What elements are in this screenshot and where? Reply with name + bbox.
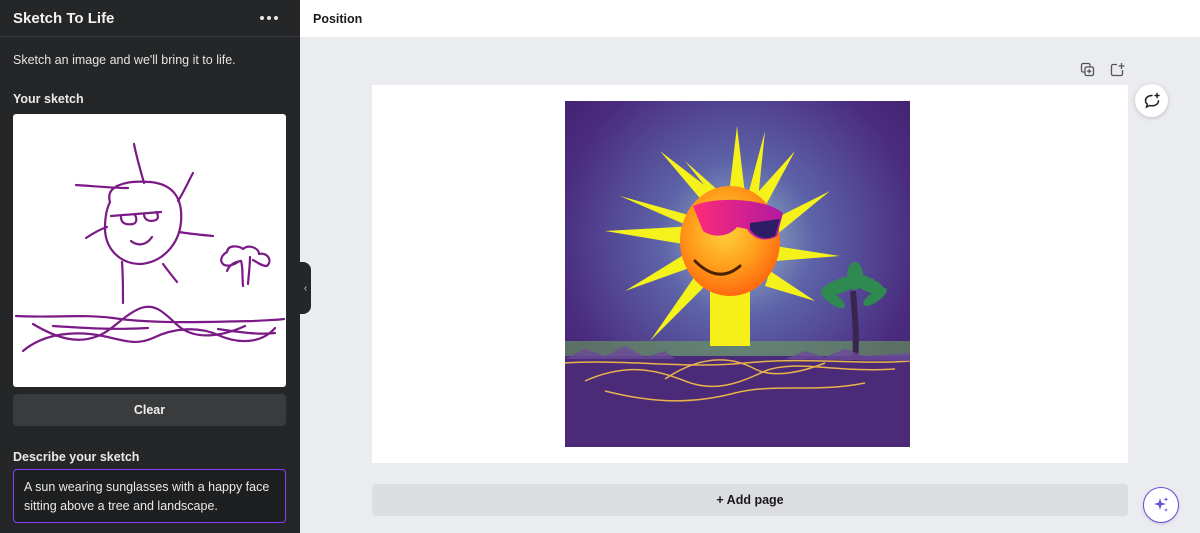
describe-sketch-input[interactable]: A sun wearing sunglasses with a happy fa… <box>13 469 286 523</box>
design-page[interactable] <box>372 85 1128 463</box>
panel-description: Sketch an image and we'll bring it to li… <box>13 53 236 67</box>
magic-sparkle-icon[interactable] <box>1143 487 1179 523</box>
page-tools <box>1078 60 1126 78</box>
collapse-panel-handle[interactable]: ‹ <box>300 262 311 314</box>
editor-toolbar: Position <box>300 0 1200 37</box>
generated-image[interactable] <box>565 101 910 447</box>
describe-label: Describe your sketch <box>13 450 140 464</box>
sketch-drawing <box>14 142 286 353</box>
add-page-button[interactable]: + Add page <box>372 484 1128 516</box>
add-comment-icon[interactable] <box>1135 84 1168 117</box>
sketch-canvas[interactable] <box>13 114 286 387</box>
panel-title: Sketch To Life <box>13 9 115 27</box>
panel-header: Sketch To Life <box>0 0 300 37</box>
sketch-label: Your sketch <box>13 92 84 106</box>
add-page-icon[interactable] <box>1108 60 1126 78</box>
clear-button[interactable]: Clear <box>13 394 286 426</box>
duplicate-page-icon[interactable] <box>1078 60 1096 78</box>
sketch-to-life-panel: Sketch To Life Sketch an image and we'll… <box>0 0 300 533</box>
position-button[interactable]: Position <box>313 12 362 26</box>
more-icon[interactable] <box>256 12 282 24</box>
chevron-left-icon: ‹ <box>303 282 308 294</box>
